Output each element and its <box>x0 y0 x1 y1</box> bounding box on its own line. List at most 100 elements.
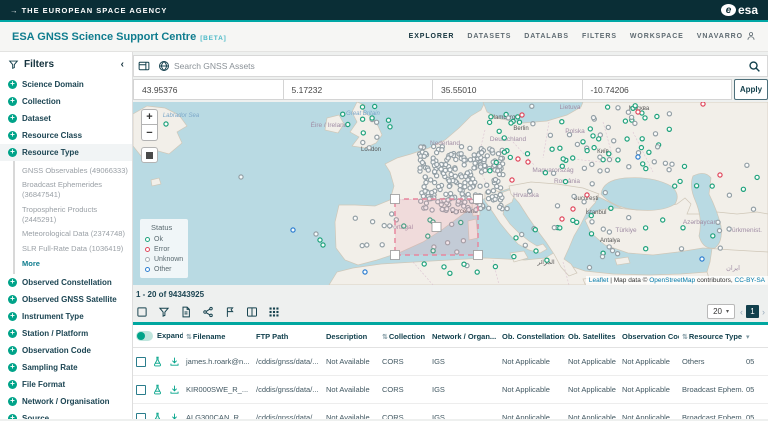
nav-item-datasets[interactable]: DATASETS <box>467 33 511 40</box>
flag-icon[interactable] <box>224 306 236 318</box>
map-marker[interactable] <box>585 149 589 153</box>
map-marker[interactable] <box>510 178 514 182</box>
map-marker[interactable] <box>498 193 502 197</box>
map-marker[interactable] <box>371 220 375 224</box>
map-marker[interactable] <box>627 216 631 220</box>
map-marker[interactable] <box>375 135 379 139</box>
map-marker[interactable] <box>590 220 594 224</box>
map-marker[interactable] <box>633 104 637 108</box>
map-marker[interactable] <box>589 214 593 218</box>
map-marker[interactable] <box>386 118 390 122</box>
map-marker[interactable] <box>571 218 575 222</box>
legend-item-error[interactable]: Error <box>145 244 183 254</box>
map-marker[interactable] <box>550 147 554 151</box>
map-marker[interactable] <box>711 234 715 238</box>
map-marker[interactable] <box>449 172 453 176</box>
selection-handle[interactable] <box>432 223 441 232</box>
map-marker[interactable] <box>751 207 755 211</box>
map-marker[interactable] <box>520 113 524 117</box>
map-marker[interactable] <box>587 265 591 269</box>
sidebar-item-file-format[interactable]: +File Format <box>0 376 132 393</box>
map-marker[interactable] <box>636 110 640 114</box>
download-icon[interactable] <box>169 384 180 395</box>
legend-item-unknown[interactable]: Unknown <box>145 254 183 264</box>
select-icon[interactable] <box>136 306 148 318</box>
map-marker[interactable] <box>639 146 643 150</box>
selection-handle[interactable] <box>474 251 483 260</box>
sidebar-item-station-platform[interactable]: +Station / Platform <box>0 325 132 342</box>
map-marker[interactable] <box>575 142 579 146</box>
map-marker[interactable] <box>607 152 611 156</box>
map-marker[interactable] <box>520 232 524 236</box>
map-marker[interactable] <box>589 232 593 236</box>
map-marker[interactable] <box>625 137 629 141</box>
map-marker[interactable] <box>590 182 594 186</box>
map-marker[interactable] <box>459 145 463 149</box>
bbox-west-input[interactable]: -10.74206 <box>582 79 733 100</box>
map-marker[interactable] <box>592 146 596 150</box>
map-marker[interactable] <box>582 200 586 204</box>
map-marker[interactable] <box>679 247 683 251</box>
map-marker[interactable] <box>526 160 530 164</box>
download-icon[interactable] <box>169 412 180 419</box>
map-marker[interactable] <box>667 127 671 131</box>
map-marker[interactable] <box>346 122 350 126</box>
map-marker[interactable] <box>502 136 506 140</box>
table-panel-icon[interactable] <box>134 56 154 76</box>
map-marker[interactable] <box>487 206 491 210</box>
map-marker[interactable] <box>627 165 631 169</box>
map-marker[interactable] <box>678 179 682 183</box>
map-marker[interactable] <box>388 224 392 228</box>
map-marker[interactable] <box>545 258 549 262</box>
map-marker[interactable] <box>531 122 535 126</box>
map-marker[interactable] <box>644 226 648 230</box>
map-marker[interactable] <box>717 229 721 233</box>
map-marker[interactable] <box>530 104 534 108</box>
map-marker[interactable] <box>444 163 448 167</box>
map-marker[interactable] <box>448 271 452 275</box>
map-marker[interactable] <box>616 106 620 110</box>
map-marker[interactable] <box>636 155 640 159</box>
map-marker[interactable] <box>528 189 532 193</box>
map-marker[interactable] <box>606 125 610 129</box>
map-marker[interactable] <box>479 165 483 169</box>
map-marker[interactable] <box>423 175 427 179</box>
map-marker[interactable] <box>616 148 620 152</box>
map-marker[interactable] <box>493 197 497 201</box>
map-marker[interactable] <box>471 177 475 181</box>
map-marker[interactable] <box>591 134 595 138</box>
map-marker[interactable] <box>700 257 704 261</box>
sidebar-item-collection[interactable]: +Collection <box>0 93 132 110</box>
map-canvas[interactable]: Labrador SeaÉire / IrelandGreat BritainL… <box>133 102 768 285</box>
bbox-north-input[interactable]: 43.95376 <box>133 79 283 100</box>
map-marker[interactable] <box>422 262 426 266</box>
map-marker[interactable] <box>468 146 472 150</box>
map-marker[interactable] <box>667 168 671 172</box>
map-marker[interactable] <box>682 164 686 168</box>
map-marker[interactable] <box>447 184 451 188</box>
map-marker[interactable] <box>517 120 521 124</box>
nav-item-workspace[interactable]: WORKSPACE <box>630 33 684 40</box>
map-marker[interactable] <box>612 139 616 143</box>
map-marker[interactable] <box>442 265 446 269</box>
filter-option[interactable]: GNSS Observables (49066333) <box>22 163 128 178</box>
map-marker[interactable] <box>468 158 472 162</box>
map-marker[interactable] <box>681 226 685 230</box>
map-marker[interactable] <box>463 185 467 189</box>
map-marker[interactable] <box>460 175 464 179</box>
share-icon[interactable] <box>202 306 214 318</box>
map-marker[interactable] <box>435 162 439 166</box>
sidebar-item-science-domain[interactable]: +Science Domain <box>0 76 132 93</box>
map-marker[interactable] <box>444 192 448 196</box>
map-marker[interactable] <box>430 191 434 195</box>
map-marker[interactable] <box>498 205 502 209</box>
map-marker[interactable] <box>641 162 645 166</box>
sidebar-item-instrument-type[interactable]: +Instrument Type <box>0 308 132 325</box>
map-marker[interactable] <box>607 230 611 234</box>
map-marker[interactable] <box>418 166 422 170</box>
map-marker[interactable] <box>741 187 745 191</box>
license-link[interactable]: CC-BY-SA <box>735 277 765 284</box>
map-marker[interactable] <box>472 166 476 170</box>
map-marker[interactable] <box>291 228 295 232</box>
map-marker[interactable] <box>429 178 433 182</box>
